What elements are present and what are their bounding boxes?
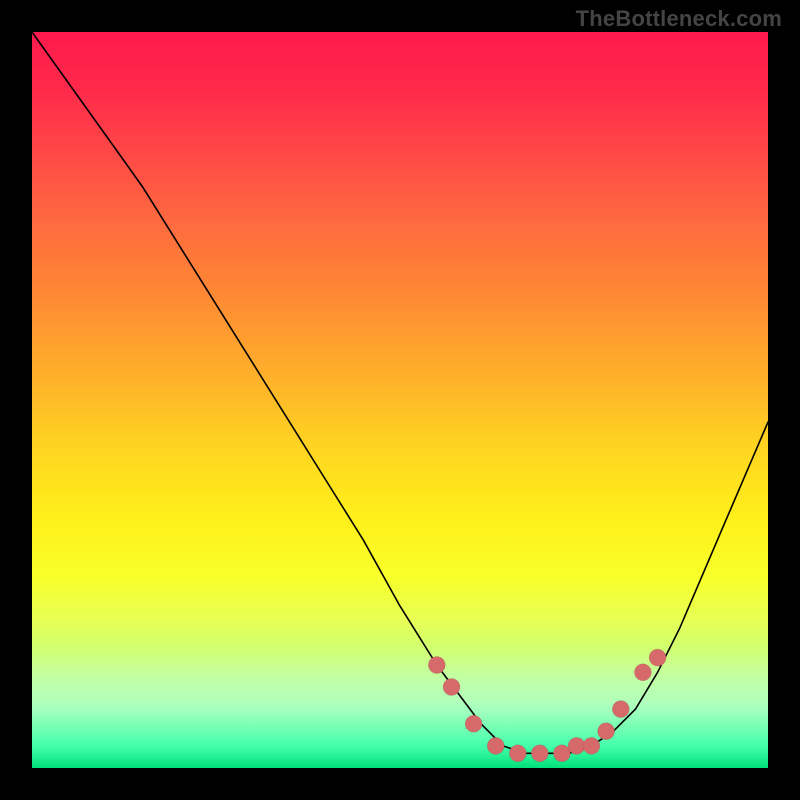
watermark-text: TheBottleneck.com bbox=[576, 6, 782, 32]
data-dot bbox=[531, 745, 548, 762]
data-dot bbox=[649, 649, 666, 666]
data-dot bbox=[568, 737, 585, 754]
chart-svg bbox=[32, 32, 768, 768]
data-dots bbox=[428, 649, 666, 762]
data-dot bbox=[634, 664, 651, 681]
bottleneck-curve bbox=[32, 32, 768, 753]
data-dot bbox=[487, 737, 504, 754]
data-dot bbox=[443, 679, 460, 696]
data-dot bbox=[509, 745, 526, 762]
data-dot bbox=[583, 737, 600, 754]
data-dot bbox=[428, 657, 445, 674]
data-dot bbox=[553, 745, 570, 762]
data-dot bbox=[465, 715, 482, 732]
chart-area bbox=[32, 32, 768, 768]
data-dot bbox=[598, 723, 615, 740]
data-dot bbox=[612, 701, 629, 718]
